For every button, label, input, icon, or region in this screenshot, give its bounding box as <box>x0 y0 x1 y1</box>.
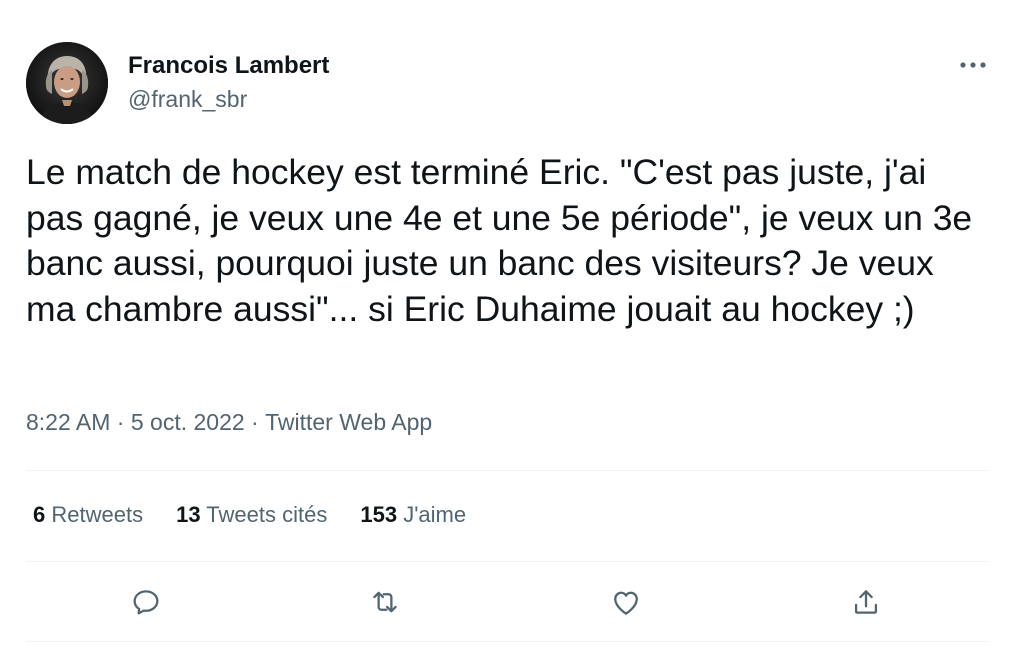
divider <box>26 641 988 642</box>
engagement-stats: 6 Retweets 13 Tweets cités 153 J'aime <box>33 502 466 528</box>
tweet-text: Le match de hockey est terminé Eric. "C'… <box>26 152 973 329</box>
tweet-date[interactable]: 5 oct. 2022 <box>131 409 245 436</box>
tweet-time[interactable]: 8:22 AM <box>26 409 110 436</box>
tweet-source[interactable]: Twitter Web App <box>265 409 432 436</box>
share-button[interactable] <box>846 582 886 622</box>
reply-icon <box>133 590 159 615</box>
likes-stat[interactable]: 153 J'aime <box>360 502 466 528</box>
profile-photo-icon <box>26 42 108 124</box>
quotes-count: 13 <box>176 502 201 527</box>
quote-tweets-stat[interactable]: 13 Tweets cités <box>176 502 327 528</box>
tweet-meta: 8:22 AM · 5 oct. 2022 · Twitter Web App <box>26 409 432 436</box>
likes-count: 153 <box>360 502 398 527</box>
like-button[interactable] <box>606 582 646 622</box>
retweets-label: Retweets <box>51 502 144 527</box>
like-icon <box>614 591 638 615</box>
share-icon <box>854 590 878 614</box>
divider <box>26 470 988 471</box>
author-display-name[interactable]: Francois Lambert <box>128 52 329 80</box>
reply-button[interactable] <box>126 582 166 622</box>
meta-separator: · <box>251 409 259 435</box>
more-dots-icon <box>960 62 986 68</box>
likes-label: J'aime <box>403 502 467 527</box>
retweet-icon <box>373 591 397 613</box>
retweet-button[interactable] <box>365 582 405 622</box>
tweet-card: Francois Lambert @frank_sbr Le match de … <box>0 0 1020 658</box>
meta-separator: · <box>116 409 125 435</box>
avatar[interactable] <box>26 42 108 124</box>
retweets-count: 6 <box>33 502 46 527</box>
more-options-button[interactable] <box>948 48 998 82</box>
author-handle[interactable]: @frank_sbr <box>128 86 247 113</box>
divider <box>26 561 988 562</box>
quotes-label: Tweets cités <box>206 502 328 527</box>
retweets-stat[interactable]: 6 Retweets <box>33 502 143 528</box>
